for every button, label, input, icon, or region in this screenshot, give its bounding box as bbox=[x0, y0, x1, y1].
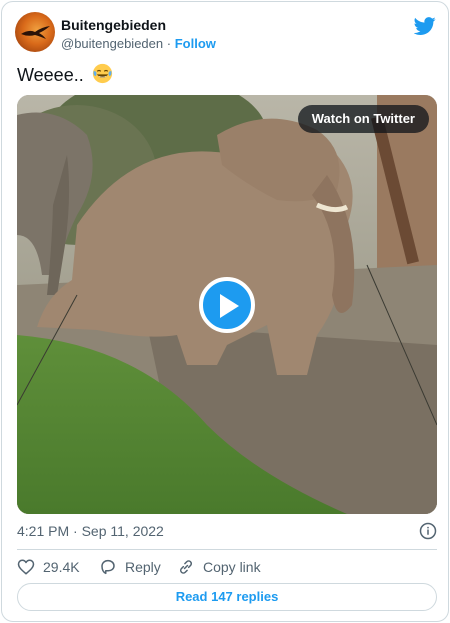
author-name[interactable]: Buitengebieden bbox=[61, 17, 166, 33]
reply-button[interactable]: Reply bbox=[99, 557, 161, 577]
read-replies-button[interactable]: Read 147 replies bbox=[17, 583, 437, 611]
avatar[interactable] bbox=[15, 12, 55, 52]
author-handle-line: @buitengebieden · Follow bbox=[61, 36, 216, 51]
reply-label: Reply bbox=[125, 559, 161, 575]
face-with-tears-of-joy-icon bbox=[92, 63, 112, 84]
play-icon bbox=[220, 294, 239, 318]
video-player[interactable]: Watch on Twitter bbox=[17, 95, 437, 514]
copy-link-label: Copy link bbox=[203, 559, 261, 575]
like-count: 29.4K bbox=[43, 559, 80, 575]
info-icon[interactable] bbox=[419, 522, 437, 540]
reply-bubble-icon bbox=[101, 559, 115, 575]
like-button[interactable]: 29.4K bbox=[17, 557, 80, 577]
play-button[interactable] bbox=[199, 277, 255, 333]
follow-button[interactable]: Follow bbox=[175, 36, 216, 51]
tweet-timestamp[interactable]: 4:21 PM · Sep 11, 2022 bbox=[17, 523, 164, 539]
author-handle[interactable]: @buitengebieden bbox=[61, 36, 163, 51]
copy-link-button[interactable]: Copy link bbox=[177, 557, 261, 577]
tweet-actions: 29.4K Reply Copy link bbox=[17, 557, 437, 577]
divider bbox=[17, 549, 437, 550]
twitter-bird-icon[interactable] bbox=[414, 15, 436, 37]
heart-icon bbox=[17, 559, 35, 575]
link-icon bbox=[179, 560, 193, 574]
tweet-header: Buitengebieden @buitengebieden · Follow bbox=[15, 12, 439, 56]
tweet-card: Buitengebieden @buitengebieden · Follow … bbox=[1, 1, 449, 622]
handle-separator: · bbox=[166, 36, 172, 51]
tweet-text-body: Weeee.. bbox=[17, 65, 84, 85]
watch-on-twitter-button[interactable]: Watch on Twitter bbox=[297, 105, 429, 133]
tweet-text: Weeee.. bbox=[17, 63, 113, 87]
